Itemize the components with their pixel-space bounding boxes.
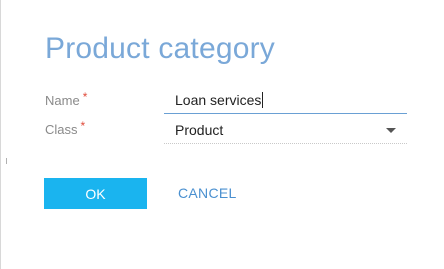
name-input[interactable]: Loan services [164,87,407,114]
product-category-dialog: Product category Name * Loan services Cla… [0,0,444,269]
class-select[interactable]: Product [164,116,407,144]
name-label: Name * [45,90,88,108]
left-edge-marker [6,158,7,164]
name-input-value: Loan services [175,92,262,108]
class-label-text: Class [45,122,78,137]
cancel-button[interactable]: CANCEL [178,185,237,201]
name-required-mark: * [82,90,88,104]
class-required-mark: * [80,119,86,133]
ok-button[interactable]: OK [44,178,147,209]
name-label-text: Name [45,93,80,108]
chevron-down-icon[interactable] [386,128,396,133]
class-select-value: Product [175,121,224,138]
page-title: Product category [45,32,275,65]
class-label: Class * [45,119,86,137]
text-cursor [262,92,264,108]
left-border-line [0,0,1,269]
